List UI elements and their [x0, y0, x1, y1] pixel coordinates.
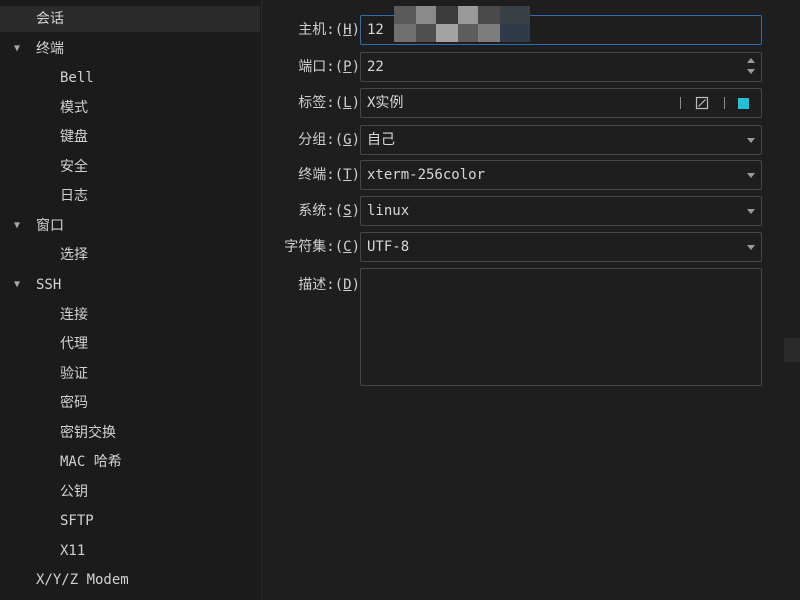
tree-item-label: 键盘 — [60, 129, 88, 145]
tree-item-label: 选择 — [60, 247, 88, 263]
tree-item-cipher[interactable]: 密码 — [0, 390, 260, 416]
separator — [724, 97, 725, 109]
tree-item-label: 终端 — [36, 41, 64, 57]
scrollbar-handle[interactable] — [784, 338, 800, 362]
tree-item-session[interactable]: 会话 — [0, 6, 260, 32]
terminal-value: xterm-256color — [367, 167, 486, 183]
tree-item-ssh[interactable]: ▼ SSH — [0, 272, 260, 298]
tree-item-label: 安全 — [60, 159, 88, 175]
host-row: 主机:(H) 12 — [262, 15, 800, 45]
system-row: 系统:(S) linux — [262, 196, 800, 226]
terminal-label: 终端:(T) — [298, 167, 360, 183]
tree-item-mode[interactable]: 模式 — [0, 95, 260, 121]
charset-row: 字符集:(C) UTF-8 — [262, 232, 800, 262]
system-value: linux — [367, 203, 410, 219]
port-label: 端口:(P) — [298, 59, 360, 75]
triangle-down-icon[interactable]: ▼ — [14, 272, 26, 298]
host-label: 主机:(H) — [298, 22, 360, 38]
tree-item-sftp[interactable]: SFTP — [0, 508, 260, 534]
tree-item-selection[interactable]: 选择 — [0, 242, 260, 268]
tree-item-label: X/Y/Z Modem — [36, 572, 129, 588]
group-select[interactable]: 自己 — [360, 125, 762, 155]
tree-item-label: 模式 — [60, 100, 88, 116]
system-select[interactable]: linux — [360, 196, 762, 226]
separator — [680, 97, 681, 109]
chevron-down-icon[interactable] — [747, 173, 755, 178]
description-textarea[interactable] — [360, 268, 762, 386]
tree-item-label: 密码 — [60, 395, 88, 411]
tag-row: 标签:(L) X实例 — [262, 88, 800, 118]
charset-value: UTF-8 — [367, 239, 410, 255]
tag-label: 标签:(L) — [298, 95, 360, 111]
description-label: 描述:(D) — [298, 277, 360, 293]
tree-item-xyz-modem[interactable]: X/Y/Z Modem — [0, 567, 260, 593]
tree-item-auth[interactable]: 验证 — [0, 361, 260, 387]
charset-label: 字符集:(C) — [284, 239, 360, 255]
settings-tree: 会话 ▼ 终端 Bell 模式 键盘 安全 日志 ▼ 窗口 选择 ▼ SSH 连… — [0, 0, 262, 600]
tree-item-label: 连接 — [60, 307, 88, 323]
port-stepper[interactable]: 22 — [360, 52, 762, 82]
redacted-host-overlay — [394, 6, 530, 42]
port-value: 22 — [367, 59, 384, 75]
terminal-row: 终端:(T) xterm-256color — [262, 160, 800, 190]
system-label: 系统:(S) — [298, 203, 360, 219]
tree-item-public-key[interactable]: 公钥 — [0, 479, 260, 505]
tree-item-mac-hash[interactable]: MAC 哈希 — [0, 449, 260, 475]
tag-input[interactable]: X实例 — [360, 88, 762, 118]
tree-item-label: SFTP — [60, 513, 94, 529]
tree-item-label: 验证 — [60, 366, 88, 382]
chevron-down-icon[interactable] — [747, 245, 755, 250]
tree-item-proxy[interactable]: 代理 — [0, 331, 260, 357]
chevron-down-icon[interactable] — [747, 209, 755, 214]
tree-item-label: 密钥交换 — [60, 425, 116, 441]
tree-item-label: X11 — [60, 543, 86, 559]
tree-item-label: 窗口 — [36, 218, 64, 234]
tree-item-bell[interactable]: Bell — [0, 65, 260, 91]
tree-item-label: Bell — [60, 70, 94, 86]
tree-item-connection[interactable]: 连接 — [0, 302, 260, 328]
session-settings-window: 会话 ▼ 终端 Bell 模式 键盘 安全 日志 ▼ 窗口 选择 ▼ SSH 连… — [0, 0, 800, 600]
tree-item-label: 会话 — [36, 11, 64, 27]
tree-item-keyboard[interactable]: 键盘 — [0, 124, 260, 150]
spin-arrows-icon[interactable] — [747, 57, 755, 77]
terminal-type-select[interactable]: xterm-256color — [360, 160, 762, 190]
triangle-down-icon[interactable]: ▼ — [14, 213, 26, 239]
host-value: 12 — [367, 22, 384, 38]
port-row: 端口:(P) 22 — [262, 52, 800, 82]
triangle-down-icon[interactable]: ▼ — [14, 36, 26, 62]
tree-item-label: SSH — [36, 277, 62, 293]
tree-item-label: MAC 哈希 — [60, 454, 122, 470]
tree-item-window[interactable]: ▼ 窗口 — [0, 213, 260, 239]
group-row: 分组:(G) 自己 — [262, 125, 800, 155]
tree-item-label: 公钥 — [60, 484, 88, 500]
tag-value: X实例 — [367, 95, 404, 111]
color-swatch-icon[interactable] — [738, 98, 749, 109]
chevron-down-icon[interactable] — [747, 138, 755, 143]
tree-item-key-exchange[interactable]: 密钥交换 — [0, 420, 260, 446]
group-value: 自己 — [367, 132, 395, 148]
tree-item-security[interactable]: 安全 — [0, 154, 260, 180]
tree-item-x11[interactable]: X11 — [0, 538, 260, 564]
tree-item-log[interactable]: 日志 — [0, 183, 260, 209]
tree-item-label: 日志 — [60, 188, 88, 204]
charset-select[interactable]: UTF-8 — [360, 232, 762, 262]
tree-item-terminal[interactable]: ▼ 终端 — [0, 36, 260, 62]
edit-icon[interactable] — [695, 96, 709, 110]
tree-item-label: 代理 — [60, 336, 88, 352]
group-label: 分组:(G) — [298, 132, 360, 148]
